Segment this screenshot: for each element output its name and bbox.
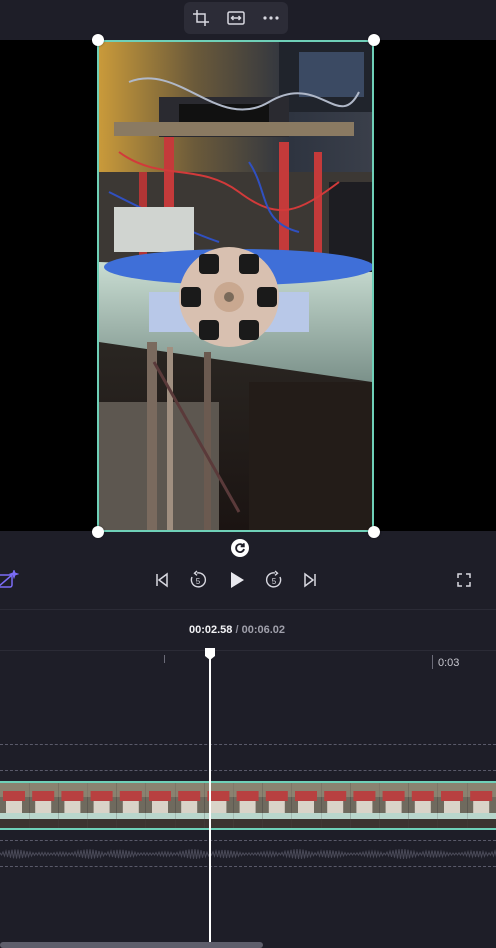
empty-track-top: [0, 744, 496, 745]
ruler-tick: [164, 655, 165, 663]
clip-thumbnail: [262, 783, 292, 828]
clip-thumbnail: [29, 783, 59, 828]
playhead-handle[interactable]: [204, 647, 216, 661]
fit-width-icon: [227, 11, 245, 25]
skip-forward-button[interactable]: [298, 568, 322, 592]
clip-thumbnail: [175, 783, 205, 828]
rotate-icon: [235, 543, 245, 553]
divider: [0, 650, 496, 651]
waveform-path: [0, 848, 496, 860]
clip-thumbnail: [321, 783, 351, 828]
total-duration: 00:06.02: [241, 624, 286, 636]
timecode: 00:02.58 / 00:06.02: [0, 624, 474, 636]
audio-waveform: [0, 848, 496, 860]
video-frame-image: [99, 42, 372, 530]
crop-icon: [193, 10, 210, 26]
skip-back-button[interactable]: [150, 568, 174, 592]
rewind-5-button[interactable]: 5: [186, 568, 210, 592]
ruler-tick-label: 0:03: [438, 657, 460, 669]
fullscreen-button[interactable]: [452, 568, 476, 592]
clip-thumbnail: [58, 783, 88, 828]
element-toolbar: [184, 2, 288, 34]
skip-back-icon: [156, 572, 168, 588]
svg-text:5: 5: [196, 577, 201, 586]
resize-handle-bottom-right[interactable]: [368, 526, 380, 538]
clip-thumbnail: [0, 783, 29, 828]
playhead-line: [209, 655, 211, 948]
play-button[interactable]: [225, 568, 249, 592]
magic-sparkle-icon: [0, 570, 19, 588]
playback-controls: 5 5: [0, 560, 496, 600]
clip-thumbnail: [438, 783, 467, 828]
clip-thumbnail: [467, 783, 496, 828]
resize-handle-bottom-left[interactable]: [92, 526, 104, 538]
ai-enhance-button[interactable]: [0, 568, 20, 592]
play-icon: [231, 572, 244, 588]
clip-thumbnail: [292, 783, 321, 828]
fit-width-button[interactable]: [222, 4, 250, 32]
rotate-handle[interactable]: [231, 539, 249, 557]
ruler-tick-major: [432, 655, 433, 669]
crop-button[interactable]: [187, 4, 215, 32]
timeline-scrollbar[interactable]: [0, 942, 263, 948]
forward-5-button[interactable]: 5: [262, 568, 286, 592]
clip-thumbnails: [0, 783, 496, 828]
clip-thumbnail: [233, 783, 263, 828]
fullscreen-icon: [457, 573, 471, 587]
video-preview[interactable]: [97, 40, 374, 532]
divider: [0, 609, 496, 610]
clip-thumbnail: [146, 783, 175, 828]
video-clip-track[interactable]: [0, 781, 496, 830]
forward-5-icon: 5: [265, 570, 282, 588]
clip-thumbnail: [87, 783, 117, 828]
resize-handle-top-left[interactable]: [92, 34, 104, 46]
clip-thumbnail: [116, 783, 146, 828]
svg-text:5: 5: [272, 577, 277, 586]
more-button[interactable]: [257, 4, 285, 32]
clip-thumbnail: [350, 783, 380, 828]
skip-forward-icon: [304, 572, 316, 588]
empty-track-bottom: [0, 770, 496, 771]
clip-thumbnail: [408, 783, 438, 828]
clip-thumbnail: [379, 783, 409, 828]
current-time: 00:02.58: [188, 624, 233, 636]
time-separator: /: [235, 624, 239, 636]
resize-handle-top-right[interactable]: [368, 34, 380, 46]
audio-track-top: [0, 840, 496, 841]
audio-track-bottom: [0, 866, 496, 867]
rewind-5-icon: 5: [190, 570, 207, 588]
more-icon: [263, 16, 279, 20]
